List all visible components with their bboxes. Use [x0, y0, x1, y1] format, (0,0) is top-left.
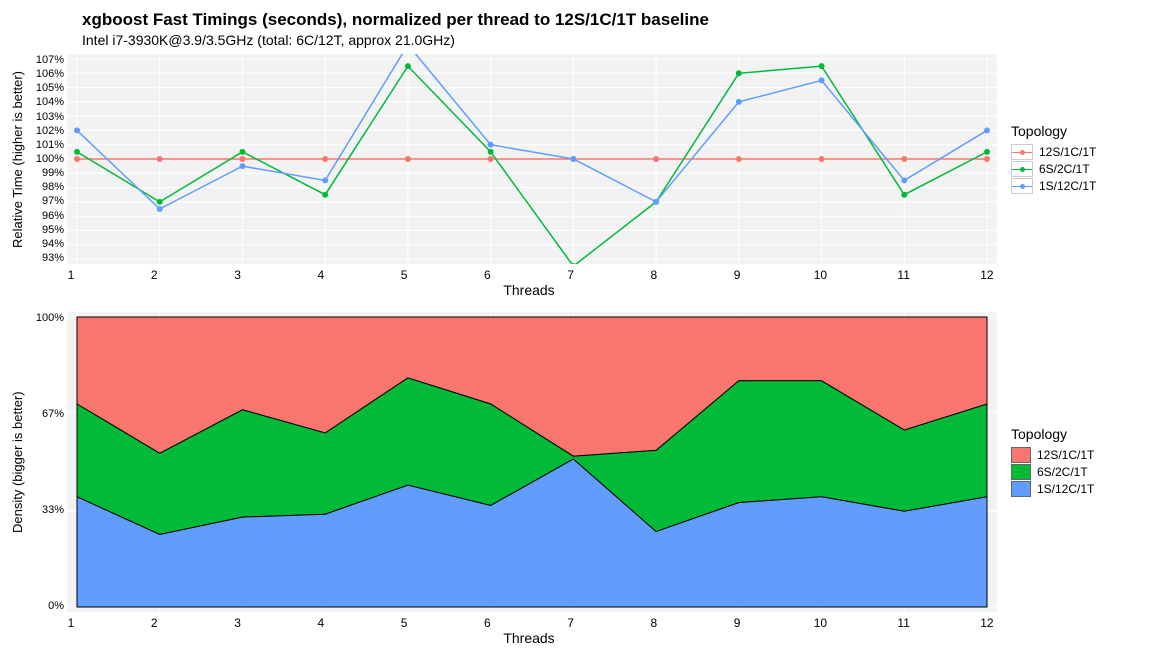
top-legend: Topology 12S/1C/1T6S/2C/1T1S/12C/1T: [997, 54, 1096, 264]
bottom-legend: Topology 12S/1C/1T6S/2C/1T1S/12C/1T: [997, 312, 1094, 612]
bottom-plot-area: [67, 312, 997, 612]
chart-title: xgboost Fast Timings (seconds), normaliz…: [82, 10, 1142, 30]
bottom-xaxis: 123456789101112 Threads: [10, 616, 1142, 646]
legend-item: 6S/2C/1T: [1011, 161, 1096, 177]
bottom-area-chart-svg: [67, 312, 997, 612]
legend-swatch-line-icon: [1011, 161, 1033, 177]
legend-swatch-line-icon: [1011, 144, 1033, 160]
chart-subtitle: Intel i7-3930K@3.9/3.5GHz (total: 6C/12T…: [82, 32, 1142, 48]
top-plot-area: [67, 54, 997, 264]
bottom-xlabel: Threads: [64, 630, 994, 646]
legend-swatch-box-icon: [1011, 481, 1031, 497]
top-xticks: 123456789101112: [64, 268, 994, 282]
bottom-ylabel: Density (bigger is better): [10, 312, 28, 612]
bottom-xticks: 123456789101112: [64, 616, 994, 630]
legend-title-2: Topology: [1011, 426, 1094, 442]
top-ylabel: Relative Time (higher is better): [10, 54, 28, 264]
legend-item: 1S/12C/1T: [1011, 178, 1096, 194]
legend-title: Topology: [1011, 123, 1096, 139]
top-line-chart-svg: [67, 54, 997, 264]
bottom-chart-row: Density (bigger is better) 100%67%33%0% …: [10, 312, 1142, 612]
top-xaxis: 123456789101112 Threads: [10, 268, 1142, 298]
legend-item: 6S/2C/1T: [1011, 464, 1094, 480]
legend-swatch-line-icon: [1011, 178, 1033, 194]
legend-item: 12S/1C/1T: [1011, 144, 1096, 160]
legend-swatch-box-icon: [1011, 447, 1031, 463]
top-xlabel: Threads: [64, 282, 994, 298]
bottom-yticks: 100%67%33%0%: [28, 312, 67, 612]
top-chart-row: Relative Time (higher is better) 107%106…: [10, 54, 1142, 264]
legend-item: 12S/1C/1T: [1011, 447, 1094, 463]
top-yticks: 107%106%105%104%103%102%101%100%99%98%97…: [28, 54, 67, 264]
legend-swatch-box-icon: [1011, 464, 1031, 480]
chart-container: xgboost Fast Timings (seconds), normaliz…: [10, 10, 1142, 646]
legend-item: 1S/12C/1T: [1011, 481, 1094, 497]
